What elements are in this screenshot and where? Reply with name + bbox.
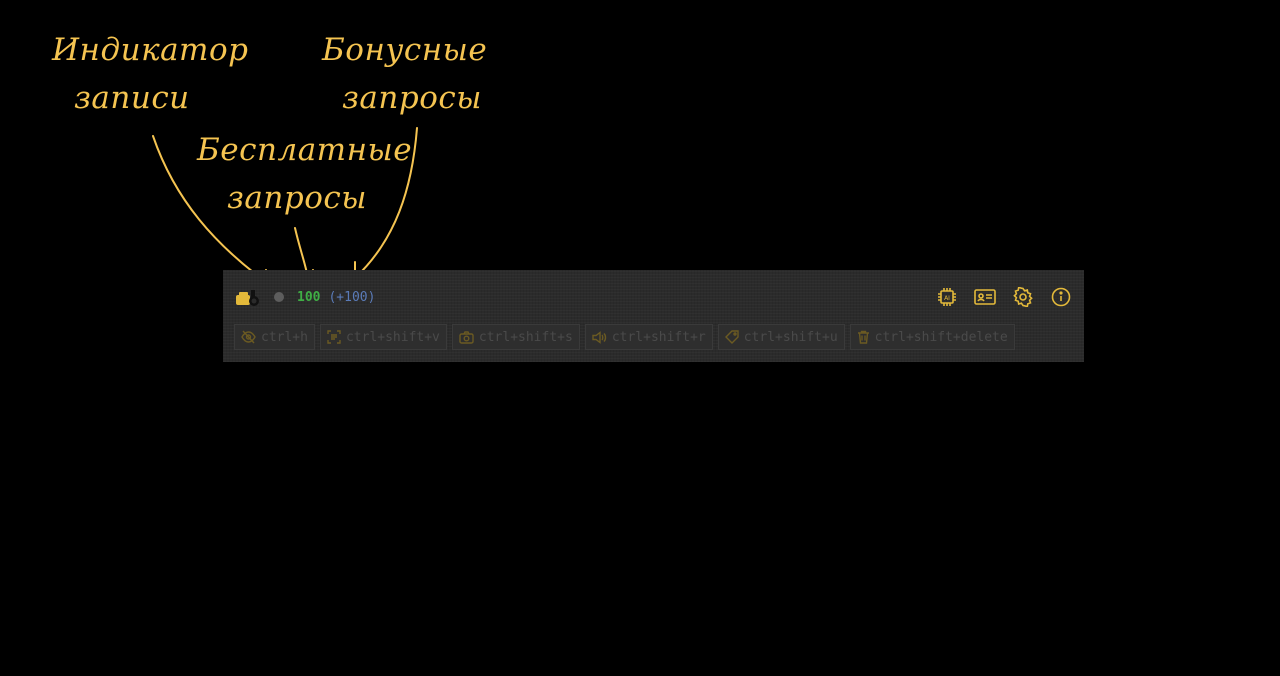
hotkey-record-audio[interactable]: ctrl+shift+r	[584, 324, 713, 350]
hotkey-tag[interactable]: ctrl+shift+u	[717, 324, 845, 350]
ai-chip-icon[interactable]: AI	[935, 286, 958, 309]
bonus-requests-count: (+100)	[328, 289, 376, 305]
gear-icon[interactable]	[1011, 286, 1034, 309]
speaker-icon	[592, 330, 607, 344]
hotkey-label: ctrl+shift+delete	[874, 329, 1008, 345]
hotkey-label: ctrl+shift+v	[345, 329, 440, 345]
info-icon[interactable]	[1049, 286, 1072, 309]
free-requests-count: 100	[297, 289, 321, 305]
hotkey-hide[interactable]: ctrl+h	[234, 324, 315, 350]
hotkey-label: ctrl+h	[261, 329, 308, 345]
app-panel: 100 (+100) AI ctrl+h ctrl+shift+v ctrl+s…	[223, 270, 1084, 362]
hotkey-screenshot[interactable]: ctrl+shift+s	[451, 324, 580, 350]
hotkey-scan-text[interactable]: ctrl+shift+v	[319, 324, 447, 350]
app-logo-icon	[235, 285, 261, 309]
recording-indicator	[274, 292, 284, 302]
tag-icon	[724, 330, 739, 344]
hotkey-label: ctrl+shift+u	[743, 329, 838, 345]
hotkey-label: ctrl+shift+r	[611, 329, 706, 345]
toolbar-actions: AI	[935, 286, 1072, 309]
hotkey-bar: ctrl+h ctrl+shift+v ctrl+shift+s ctrl+sh…	[234, 324, 1015, 350]
arrow-bonus	[355, 127, 418, 278]
svg-text:AI: AI	[944, 295, 950, 302]
status-bar: 100 (+100) AI	[235, 284, 1072, 310]
hotkey-clear[interactable]: ctrl+shift+delete	[849, 324, 1015, 350]
arrow-recording	[152, 135, 271, 286]
hotkey-label: ctrl+shift+s	[478, 329, 573, 345]
camera-icon	[459, 330, 474, 344]
eye-off-icon	[241, 330, 256, 344]
scan-text-icon	[327, 330, 341, 344]
trash-icon	[857, 330, 869, 344]
id-card-icon[interactable]	[973, 286, 996, 309]
